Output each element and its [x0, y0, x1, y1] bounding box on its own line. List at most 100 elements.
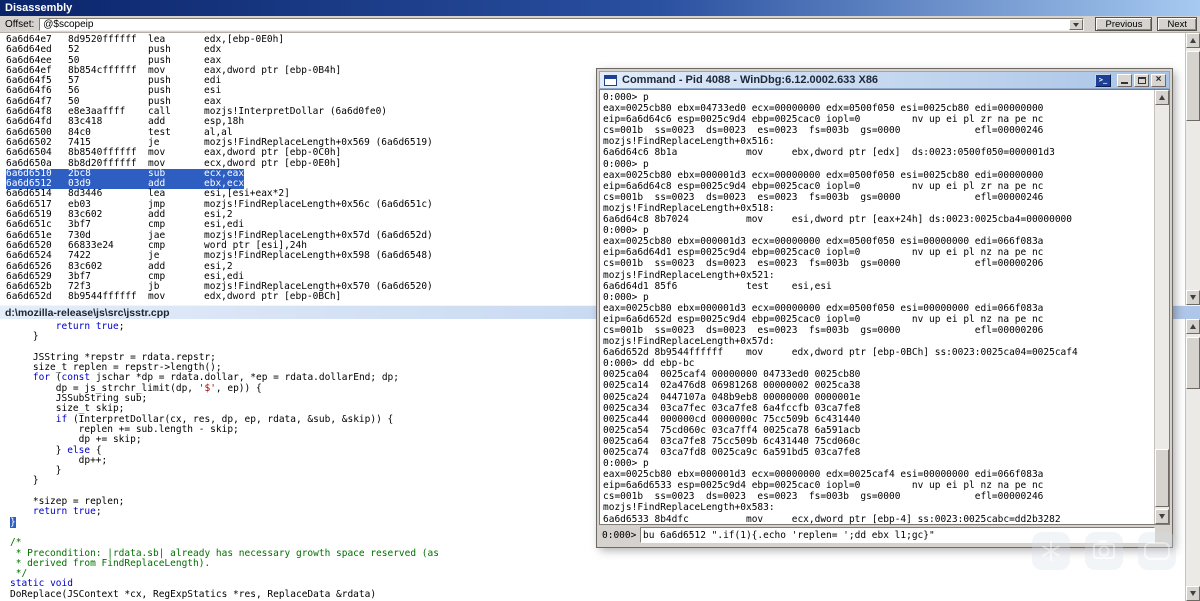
offset-label: Offset:: [5, 18, 35, 30]
disassembly-titlebar[interactable]: Disassembly: [0, 0, 1200, 16]
command-output-line: mozjs!FindReplaceLength+0x516:: [603, 136, 775, 148]
combo-dropdown-button[interactable]: [1069, 18, 1084, 30]
command-output-line: mozjs!FindReplaceLength+0x521:: [603, 269, 775, 281]
scroll-down-icon[interactable]: [1186, 290, 1200, 305]
next-button[interactable]: Next: [1157, 17, 1197, 31]
command-output-line: mozjs!FindReplaceLength+0x583:: [603, 502, 775, 514]
command-output-line: 6a6d64d1 85f6 test esi,esi: [603, 280, 832, 292]
disasm-line[interactable]: 6a6d650a 8b8d20ffffff mov ecx,dword ptr …: [6, 158, 341, 169]
command-title: Command - Pid 4088 - WinDbg:6.12.0002.63…: [622, 74, 879, 86]
command-body: 0:000> p eax=0025cb80 ebx=04733ed0 ecx=0…: [599, 89, 1170, 525]
disasm-bytes: 7422: [68, 250, 91, 262]
scroll-up-icon[interactable]: [1155, 90, 1169, 105]
command-output-line: 0:000> dd ebp-bc: [603, 358, 695, 370]
command-output-line: 0025ca54 75cd060c 03ca7ff4 0025ca78 6a59…: [603, 424, 861, 436]
scroll-down-icon[interactable]: [1186, 586, 1200, 601]
command-output-line: eax=0025cb80 ebx=000001d3 ecx=00000000 e…: [603, 169, 1044, 181]
command-output-line: 0025ca64 03ca7fe8 75cc509b 6c431440 75cd…: [603, 435, 861, 447]
disasm-line[interactable]: 6a6d6524 7422 je mozjs!FindReplaceLength…: [6, 250, 433, 262]
disasm-mnemonic: je: [148, 250, 160, 262]
disasm-line[interactable]: 6a6d64f8 e8e3aaffff call mozjs!Interpret…: [6, 106, 387, 117]
command-output-line: cs=001b ss=0023 ds=0023 es=0023 fs=003b …: [603, 324, 1044, 336]
previous-button[interactable]: Previous: [1095, 17, 1153, 31]
command-output-line: eax=0025cb80 ebx=000001d3 ecx=00000000 e…: [603, 469, 1044, 481]
command-output-line: 0:000> p: [603, 225, 649, 237]
source-line: DoReplace(JSContext *cx, RegExpStatics *…: [10, 588, 377, 600]
command-output-line: 6a6d652d 8b9544ffffff mov edx,dword ptr …: [603, 347, 1078, 359]
offset-combobox[interactable]: @$scopeip: [39, 17, 1085, 31]
disasm-bytes: 52: [68, 44, 80, 56]
source-title: d:\mozilla-release\js\src\jsstr.cpp: [5, 306, 170, 319]
command-output-line: eip=6a6d64d1 esp=0025c9d4 ebp=0025cac0 i…: [603, 247, 1044, 259]
disasm-operands: mozjs!FindReplaceLength+0x56c (6a6d651c): [204, 198, 433, 210]
command-output-line: eax=0025cb80 ebx=04733ed0 ecx=00000000 e…: [603, 103, 1044, 115]
source-scrollbar-thumb[interactable]: [1186, 337, 1200, 389]
badge-icon: [1144, 542, 1170, 560]
badge-chip: [1138, 532, 1176, 570]
dock-button[interactable]: >_: [1095, 73, 1111, 87]
command-output-line: eax=0025cb80 ebx=000001d3 ecx=00000000 e…: [603, 236, 1044, 248]
command-output-line: eip=6a6d652d esp=0025c9d4 ebp=0025cac0 i…: [603, 313, 1044, 325]
command-output-line: 6a6d64c6 8b1a mov ebx,dword ptr [edx] ds…: [603, 147, 1055, 159]
disasm-bytes: 57: [68, 75, 80, 87]
command-titlebar[interactable]: Command - Pid 4088 - WinDbg:6.12.0002.63…: [599, 71, 1170, 89]
command-output-line: 6a6d64c8 8b7024 mov esi,dword ptr [eax+2…: [603, 214, 1072, 226]
command-scrollbar[interactable]: [1154, 90, 1169, 524]
disasm-line[interactable]: 6a6d64ef 8b854cffffff mov eax,dword ptr …: [6, 64, 342, 76]
disasm-bytes: 8b854cffffff: [68, 64, 137, 76]
disasm-operands: mozjs!FindReplaceLength+0x598 (6a6d6548): [204, 250, 433, 262]
scroll-up-icon[interactable]: [1186, 319, 1200, 334]
disasm-bytes: 8d9520ffffff: [68, 34, 137, 45]
command-output-line: eip=6a6d64c8 esp=0025c9d4 ebp=0025cac0 i…: [603, 180, 1044, 192]
disassembly-scrollbar-thumb[interactable]: [1186, 51, 1200, 121]
source-line: * derived from FindReplaceLength).: [10, 557, 211, 569]
disassembly-scrollbar[interactable]: [1185, 33, 1200, 305]
command-output-line: mozjs!FindReplaceLength+0x518:: [603, 202, 775, 214]
command-output-line: 0025ca34 03ca7fec 03ca7fe8 6a4fccfb 03ca…: [603, 402, 861, 414]
camera-chip: [1085, 532, 1123, 570]
titlebar-buttons: >_ ×: [1095, 73, 1166, 87]
snowflake-icon: [1050, 541, 1052, 561]
command-output-line: 0025ca44 000000cd 0000000c 75cc509b 6c43…: [603, 413, 861, 425]
minimize-icon: [1121, 81, 1128, 84]
minimize-button[interactable]: [1117, 73, 1132, 87]
camera-icon: [1093, 540, 1115, 559]
close-button[interactable]: ×: [1151, 73, 1166, 87]
disasm-bytes: 8b9544ffffff: [68, 291, 137, 303]
disasm-operands: edx,dword ptr [ebp-0BCh]: [204, 291, 342, 303]
scroll-down-icon[interactable]: [1155, 509, 1169, 524]
maximize-icon: [1137, 76, 1146, 84]
command-output-line: cs=001b ss=0023 ds=0023 es=0023 fs=003b …: [603, 125, 1044, 137]
command-scrollbar-thumb[interactable]: [1155, 449, 1169, 507]
command-output-line: cs=001b ss=0023 ds=0023 es=0023 fs=003b …: [603, 258, 1044, 270]
source-scrollbar[interactable]: [1185, 319, 1200, 601]
disassembly-toolbar: Offset: @$scopeip Previous Next: [0, 16, 1200, 33]
command-output-line: 0:000> p: [603, 158, 649, 170]
command-prompt: 0:000>: [602, 529, 637, 541]
player-watermark: [1032, 532, 1176, 570]
command-output-line: 0025ca04 0025caf4 00000000 04733ed0 0025…: [603, 369, 861, 381]
close-icon: ×: [1155, 74, 1162, 85]
command-output-line: 0:000> p: [603, 92, 649, 103]
command-output-line: 0025ca74 03ca7fd8 0025ca9c 6a591bd5 03ca…: [603, 447, 861, 458]
command-output-line: 0025ca24 0447107a 048b9eb8 00000000 0000…: [603, 391, 861, 403]
disassembly-title: Disassembly: [5, 2, 73, 14]
disasm-operands: eax,dword ptr [ebp-0B4h]: [204, 64, 342, 76]
command-window: Command - Pid 4088 - WinDbg:6.12.0002.63…: [596, 68, 1173, 548]
command-output-line: eax=0025cb80 ebx=000001d3 ecx=00000000 e…: [603, 302, 1044, 314]
dock-icon: >_: [1098, 76, 1108, 84]
command-output-line: mozjs!FindReplaceLength+0x57d:: [603, 336, 775, 348]
command-output-line: 0:000> p: [603, 291, 649, 303]
command-output-line: 0025ca14 02a476d8 06981268 00000002 0025…: [603, 380, 861, 392]
chevron-down-icon: [1073, 22, 1080, 27]
command-output-line: 6a6d6533 8b4dfc mov ecx,dword ptr [ebp-4…: [603, 513, 1061, 524]
maximize-button[interactable]: [1134, 73, 1149, 87]
offset-value: @$scopeip: [43, 18, 94, 30]
disasm-address: 6a6d652d: [6, 291, 52, 303]
command-output-line: eip=6a6d6533 esp=0025c9d4 ebp=0025cac0 i…: [603, 480, 1044, 492]
command-window-icon: [604, 74, 617, 86]
disasm-mnemonic: mov: [148, 291, 166, 303]
disasm-line[interactable]: 6a6d652d 8b9544ffffff mov edx,dword ptr …: [6, 291, 342, 303]
scroll-up-icon[interactable]: [1186, 33, 1200, 48]
source-line: */: [10, 568, 28, 580]
